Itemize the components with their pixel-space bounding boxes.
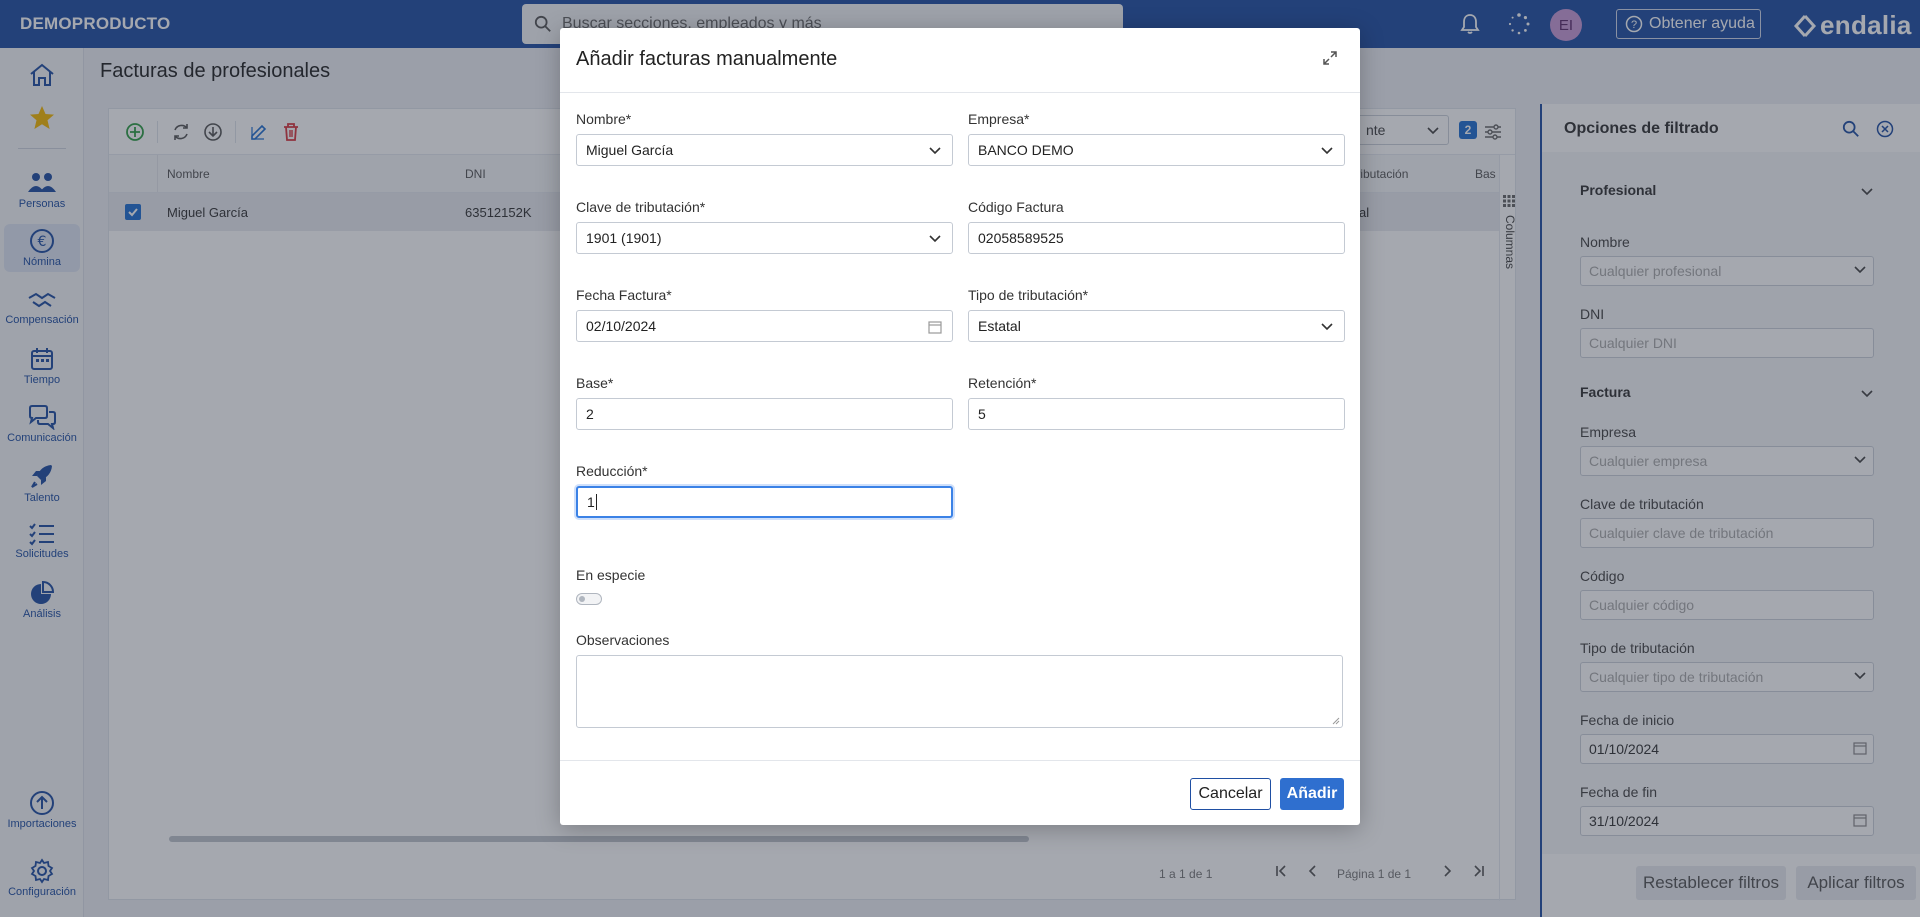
calendar-icon[interactable] (928, 320, 942, 334)
chevron-down-icon (1321, 147, 1333, 155)
base-input[interactable]: 2 (576, 398, 953, 430)
reduccion-label: Reducción* (576, 463, 648, 479)
especie-label: En especie (576, 567, 646, 583)
add-button[interactable]: Añadir (1280, 778, 1344, 810)
nombre-label: Nombre* (576, 111, 632, 127)
clave-label: Clave de tributación* (576, 199, 706, 215)
retencion-value: 5 (978, 406, 986, 422)
dialog-header-divider (560, 92, 1360, 93)
codigo-value: 02058589525 (978, 230, 1064, 246)
fecha-value: 02/10/2024 (586, 318, 657, 334)
cancel-button[interactable]: Cancelar (1190, 778, 1271, 810)
clave-select[interactable]: 1901 (1901) (576, 222, 953, 254)
expand-icon (1323, 51, 1337, 65)
empresa-select[interactable]: BANCO DEMO (968, 134, 1345, 166)
text-cursor (595, 494, 597, 510)
retencion-input[interactable]: 5 (968, 398, 1345, 430)
nombre-select[interactable]: Miguel García (576, 134, 953, 166)
fecha-date-input[interactable]: 02/10/2024 (576, 310, 953, 342)
resize-handle-icon[interactable] (1332, 717, 1340, 725)
base-label: Base* (576, 375, 614, 391)
tipo-value: Estatal (978, 318, 1021, 334)
reduccion-input[interactable]: 1 (576, 486, 953, 518)
base-value: 2 (586, 406, 594, 422)
fecha-label: Fecha Factura* (576, 287, 672, 303)
nombre-value: Miguel García (586, 142, 674, 158)
tipo-select[interactable]: Estatal (968, 310, 1345, 342)
expand-dialog-button[interactable] (1322, 50, 1338, 69)
dialog-footer-divider (560, 760, 1360, 761)
especie-toggle[interactable] (576, 593, 602, 605)
observaciones-label: Observaciones (576, 632, 670, 648)
reduccion-value: 1 (587, 494, 595, 510)
chevron-down-icon (929, 235, 941, 243)
chevron-down-icon (929, 147, 941, 155)
codigo-input[interactable]: 02058589525 (968, 222, 1345, 254)
add-invoice-dialog: Añadir facturas manualmente Nombre* Migu… (560, 28, 1360, 825)
clave-value: 1901 (1901) (586, 230, 662, 246)
retencion-label: Retención* (968, 375, 1037, 391)
empresa-label: Empresa* (968, 111, 1030, 127)
tipo-label: Tipo de tributación* (968, 287, 1089, 303)
observaciones-textarea[interactable] (576, 655, 1343, 728)
codigo-label: Código Factura (968, 199, 1064, 215)
chevron-down-icon (1321, 323, 1333, 331)
empresa-value: BANCO DEMO (978, 142, 1074, 158)
dialog-title: Añadir facturas manualmente (576, 48, 838, 70)
